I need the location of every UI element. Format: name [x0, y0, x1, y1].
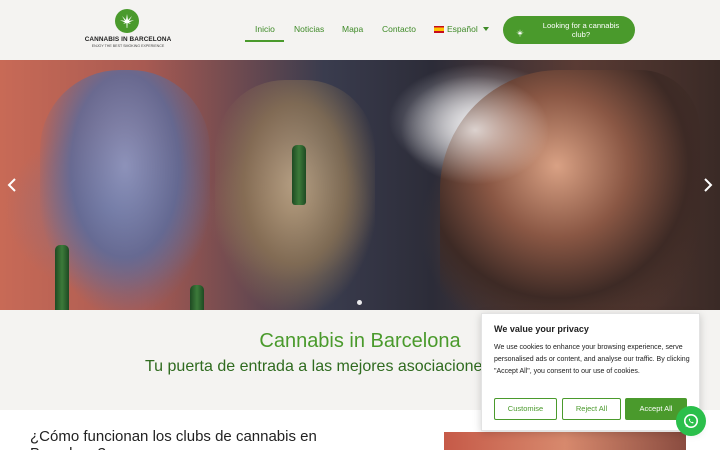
caret-down-icon — [482, 27, 489, 31]
section-image — [444, 432, 686, 450]
nav-item-mapa[interactable]: Mapa — [342, 24, 363, 34]
nav-item-noticias[interactable]: Noticias — [294, 24, 324, 34]
bottle-shape — [292, 145, 306, 205]
nav-item-inicio[interactable]: Inicio — [255, 24, 275, 34]
chevron-left-icon[interactable] — [5, 177, 19, 193]
whatsapp-button[interactable] — [676, 406, 706, 436]
reject-all-button[interactable]: Reject All — [562, 398, 621, 420]
site-header: CANNABIS IN BARCELONA ENJOY THE BEST SMO… — [0, 0, 720, 60]
customise-button[interactable]: Customise — [494, 398, 557, 420]
whatsapp-icon — [684, 414, 698, 428]
logo-tagline: ENJOY THE BEST SMOKING EXPERIENCE — [91, 44, 165, 48]
cookie-text: We use cookies to enhance your browsing … — [494, 344, 690, 375]
hero-slider — [0, 60, 720, 310]
language-selector[interactable]: Español — [434, 24, 489, 34]
chevron-right-icon[interactable] — [701, 177, 715, 193]
spain-flag-icon — [434, 26, 444, 33]
nav-item-contacto[interactable]: Contacto — [382, 24, 416, 34]
cookie-title: We value your privacy — [494, 324, 589, 334]
smoke-shape — [400, 75, 550, 185]
intro-subtitle: Tu puerta de entrada a las mejores asoci… — [145, 358, 491, 375]
cookie-consent-banner: We value your privacy We use cookies to … — [481, 313, 700, 431]
cannabis-leaf-icon — [515, 25, 525, 43]
find-club-label: Looking for a cannabis club? — [542, 21, 620, 39]
cannabis-leaf-icon — [115, 9, 139, 33]
site-logo[interactable]: CANNABIS IN BARCELONA ENJOY THE BEST SMO… — [84, 9, 172, 51]
find-club-button[interactable]: Looking for a cannabis club? — [503, 16, 635, 44]
slider-dot[interactable] — [357, 300, 362, 305]
active-nav-underline — [245, 40, 284, 42]
bottle-shape — [190, 285, 204, 310]
bottle-shape — [55, 245, 69, 310]
logo-title: CANNABIS IN BARCELONA — [84, 36, 172, 43]
section-title: ¿Cómo funcionan los clubs de cannabis en… — [30, 428, 317, 450]
language-label: Español — [447, 24, 478, 34]
